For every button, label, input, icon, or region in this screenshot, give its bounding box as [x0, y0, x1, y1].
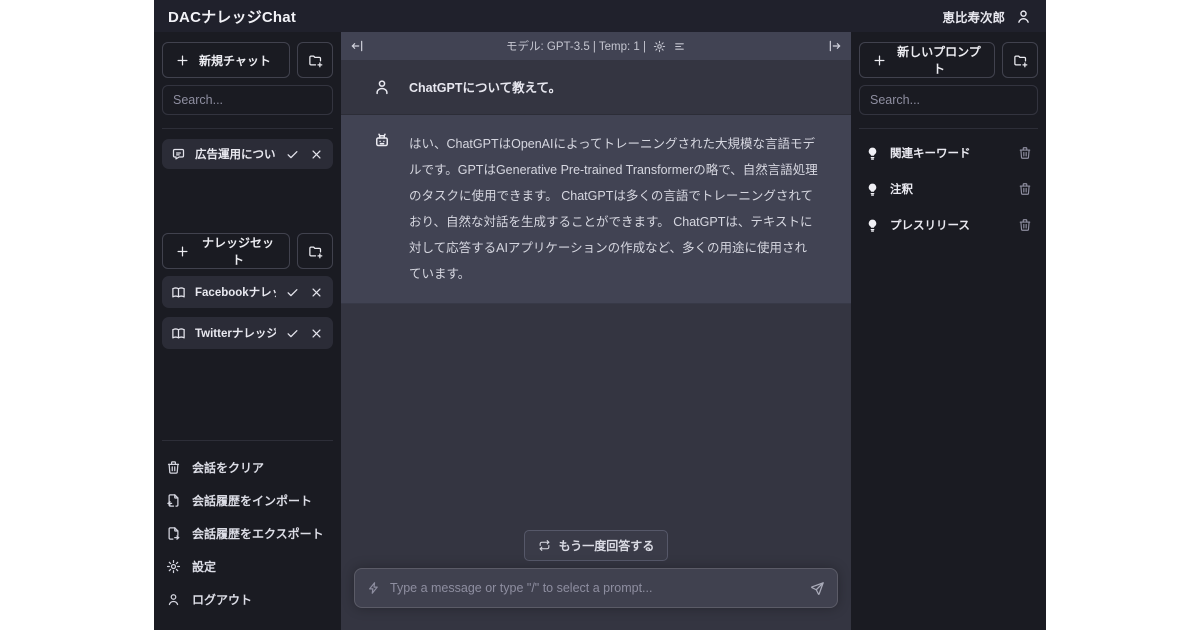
- right-sidebar: 新しいプロンプト 関連キーワード: [851, 32, 1046, 630]
- plus-icon: [175, 53, 190, 68]
- header-user-area: 恵比寿次郎: [942, 7, 1032, 26]
- menu-label: 会話履歴をエクスポート: [192, 525, 324, 542]
- prompt-list: 関連キーワード 注釈 プレスリリース: [859, 129, 1038, 247]
- file-export-icon: [166, 526, 181, 541]
- user-message-row: ChatGPTについて教えて。: [341, 60, 851, 115]
- book-icon: [171, 326, 186, 341]
- new-prompt-row: 新しいプロンプト: [859, 42, 1038, 78]
- knowledge-item[interactable]: Twitterナレッジ: [162, 317, 333, 349]
- logout-user-icon: [166, 592, 181, 607]
- book-icon: [171, 285, 186, 300]
- folder-plus-icon: [1013, 53, 1028, 68]
- prompt-item[interactable]: プレスリリース: [859, 211, 1038, 239]
- sidebar-menu: 会話をクリア 会話履歴をインポート 会話履歴をエクスポート 設定: [162, 441, 333, 616]
- knowledge-set-label: ナレッジセット: [199, 234, 277, 268]
- plus-icon: [872, 53, 887, 68]
- folder-plus-icon: [308, 244, 323, 259]
- clear-messages-lines-icon[interactable]: [673, 40, 686, 53]
- new-knowledge-set-button[interactable]: ナレッジセット: [162, 233, 290, 269]
- page: DACナレッジChat 恵比寿次郎 新規チャット: [0, 0, 1200, 630]
- knowledge-item-label: Twitterナレッジ: [195, 325, 276, 341]
- prompt-item-label: プレスリリース: [890, 217, 1008, 233]
- confirm-check-icon[interactable]: [285, 147, 300, 162]
- send-icon[interactable]: [810, 581, 825, 596]
- lightbulb-icon: [865, 182, 880, 197]
- conversation-settings-gear-icon[interactable]: [653, 40, 666, 53]
- import-history-button[interactable]: 会話履歴をインポート: [162, 484, 333, 517]
- regenerate-label: もう一度回答する: [559, 537, 655, 554]
- user-name: 恵比寿次郎: [942, 7, 1005, 26]
- logout-button[interactable]: ログアウト: [162, 583, 333, 616]
- app-window: DACナレッジChat 恵比寿次郎 新規チャット: [154, 0, 1046, 630]
- chat-item[interactable]: 広告運用について教えて: [162, 139, 333, 169]
- trash-icon: [166, 460, 181, 475]
- sidebar-spacer: [162, 358, 333, 440]
- delete-trash-icon[interactable]: [1018, 146, 1032, 160]
- knowledge-set-row: ナレッジセット: [162, 233, 333, 269]
- knowledge-item[interactable]: Facebookナレッジ: [162, 276, 333, 308]
- model-info-text: モデル: GPT-3.5 | Temp: 1 |: [506, 38, 646, 54]
- new-chat-folder-button[interactable]: [297, 42, 333, 78]
- confirm-check-icon[interactable]: [285, 326, 300, 341]
- lightbulb-icon: [865, 146, 880, 161]
- clear-conversations-button[interactable]: 会話をクリア: [162, 451, 333, 484]
- file-import-icon: [166, 493, 181, 508]
- knowledge-folder-button[interactable]: [297, 233, 333, 269]
- new-chat-button[interactable]: 新規チャット: [162, 42, 290, 78]
- assistant-message-row: はい、ChatGPTはOpenAIによってトレーニングされた大規模な言語モデルで…: [341, 115, 851, 304]
- collapse-right-sidebar-icon[interactable]: [828, 32, 842, 60]
- confirm-check-icon[interactable]: [285, 285, 300, 300]
- regenerate-button[interactable]: もう一度回答する: [524, 530, 669, 561]
- message-input-container[interactable]: [354, 568, 838, 608]
- chat-area: モデル: GPT-3.5 | Temp: 1 |: [341, 32, 851, 630]
- cancel-x-icon[interactable]: [309, 285, 324, 300]
- chat-search-input[interactable]: [162, 85, 333, 115]
- new-prompt-button[interactable]: 新しいプロンプト: [859, 42, 995, 78]
- plus-icon: [175, 244, 190, 259]
- prompt-search-input[interactable]: [859, 85, 1038, 115]
- user-message-text: ChatGPTについて教えて。: [409, 77, 561, 97]
- delete-trash-icon[interactable]: [1018, 182, 1032, 196]
- export-history-button[interactable]: 会話履歴をエクスポート: [162, 517, 333, 550]
- model-bar: モデル: GPT-3.5 | Temp: 1 |: [341, 32, 851, 60]
- left-sidebar: 新規チャット 広告運用について教えて: [154, 32, 341, 630]
- menu-label: 設定: [192, 558, 216, 575]
- user-account-icon[interactable]: [1015, 8, 1032, 25]
- menu-label: 会話をクリア: [192, 459, 264, 476]
- chat-bottom-area: もう一度回答する: [341, 530, 851, 630]
- gear-icon: [166, 559, 181, 574]
- message-list: ChatGPTについて教えて。 はい、ChatGPTはOpenAIによってトレー…: [341, 60, 851, 530]
- new-chat-row: 新規チャット: [162, 42, 333, 78]
- message-icon: [171, 147, 186, 162]
- menu-label: ログアウト: [192, 591, 252, 608]
- new-chat-label: 新規チャット: [199, 52, 271, 69]
- repeat-icon: [538, 539, 551, 552]
- user-avatar-icon: [373, 77, 391, 97]
- prompt-folder-button[interactable]: [1002, 42, 1038, 78]
- folder-plus-icon: [308, 53, 323, 68]
- prompt-item[interactable]: 関連キーワード: [859, 139, 1038, 167]
- prompt-item-label: 関連キーワード: [890, 145, 1008, 161]
- app-title: DACナレッジChat: [168, 6, 296, 27]
- prompt-bolt-icon[interactable]: [367, 581, 381, 595]
- chat-item-label: 広告運用について教えて: [195, 146, 276, 162]
- prompt-item-label: 注釈: [890, 181, 1008, 197]
- collapse-left-sidebar-icon[interactable]: [350, 32, 364, 60]
- delete-trash-icon[interactable]: [1018, 218, 1032, 232]
- cancel-x-icon[interactable]: [309, 147, 324, 162]
- menu-label: 会話履歴をインポート: [192, 492, 312, 509]
- knowledge-item-label: Facebookナレッジ: [195, 284, 276, 300]
- cancel-x-icon[interactable]: [309, 326, 324, 341]
- app-body: 新規チャット 広告運用について教えて: [154, 32, 1046, 630]
- robot-avatar-icon: [373, 131, 391, 287]
- header-bar: DACナレッジChat 恵比寿次郎: [154, 0, 1046, 32]
- message-input[interactable]: [390, 581, 801, 595]
- prompt-item[interactable]: 注釈: [859, 175, 1038, 203]
- new-prompt-label: 新しいプロンプト: [896, 43, 982, 77]
- settings-button[interactable]: 設定: [162, 550, 333, 583]
- assistant-message-text: はい、ChatGPTはOpenAIによってトレーニングされた大規模な言語モデルで…: [409, 131, 819, 287]
- lightbulb-icon: [865, 218, 880, 233]
- chat-list: 広告運用について教えて: [162, 129, 333, 233]
